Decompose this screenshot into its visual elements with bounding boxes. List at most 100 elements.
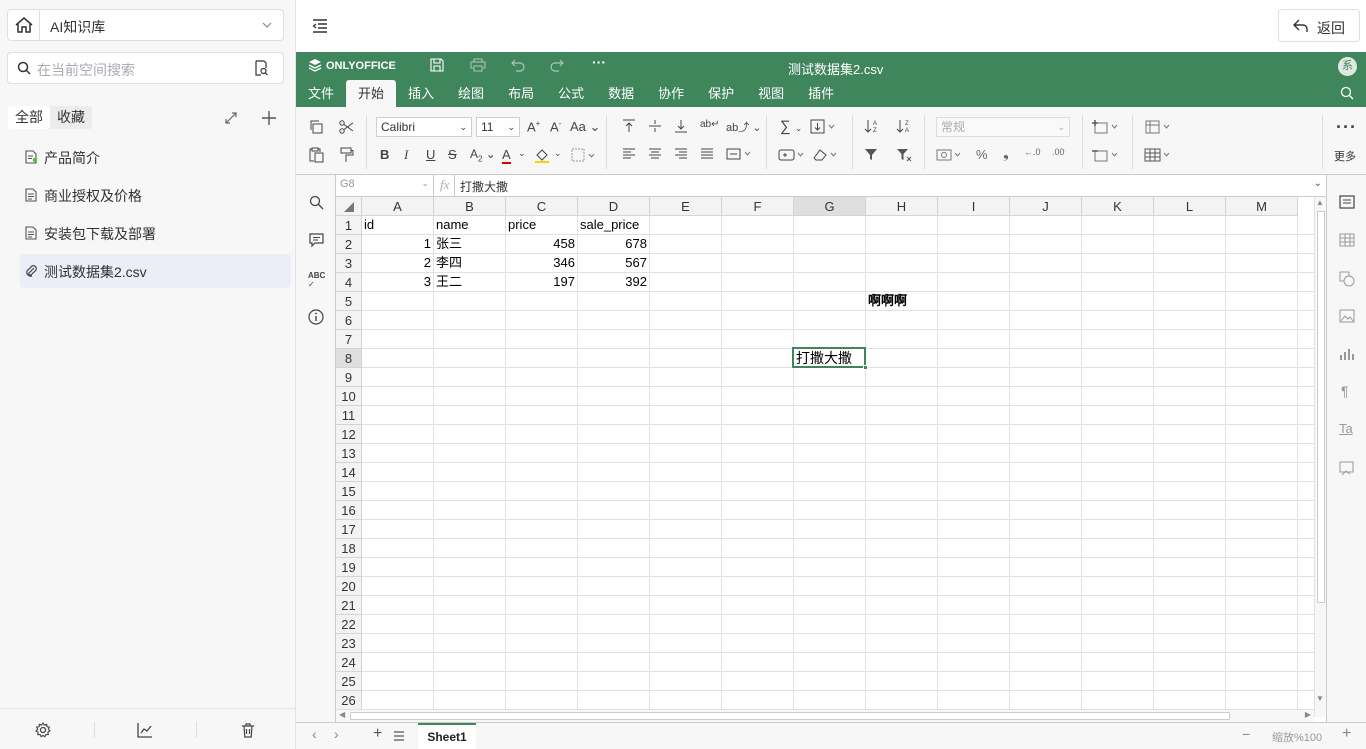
row-header[interactable]: 18 <box>336 539 362 558</box>
menu-file[interactable]: 文件 <box>296 80 346 107</box>
merge-cells-icon[interactable] <box>726 147 754 164</box>
menu-collaboration[interactable]: 协作 <box>646 80 696 107</box>
cell-C1[interactable]: price <box>506 216 577 234</box>
cell-A4[interactable]: 3 <box>362 273 433 291</box>
borders-icon[interactable] <box>571 147 597 166</box>
cell-D1[interactable]: sale_price <box>578 216 649 234</box>
cell-C4[interactable]: 197 <box>506 273 577 291</box>
scroll-right-icon[interactable]: ▶ <box>1305 710 1311 719</box>
currency-format-icon[interactable] <box>936 147 966 166</box>
settings-icon[interactable] <box>35 721 51 741</box>
cell-reference-box[interactable]: G8 ⌄ <box>336 175 434 196</box>
row-header[interactable]: 14 <box>336 463 362 482</box>
named-range-icon[interactable] <box>778 147 808 166</box>
change-case-icon[interactable]: Aa ⌄ <box>570 119 600 135</box>
comma-style-icon[interactable]: ❟ <box>1003 145 1009 162</box>
cut-icon[interactable] <box>338 119 354 138</box>
prev-sheet-icon[interactable]: ‹ <box>312 726 317 742</box>
spreadsheet-grid[interactable]: A B C D E F G H I J K L M 1 2 3 4 5 6 7 8 9 10 11 12 13 14 15 16 17 18… <box>336 197 1314 717</box>
autosum-icon[interactable]: ∑ ⌄ <box>780 118 802 135</box>
row-header[interactable]: 8 <box>336 349 362 368</box>
paragraph-settings-icon[interactable]: ¶ <box>1341 383 1349 399</box>
decrease-font-icon[interactable]: A- <box>550 119 561 134</box>
home-icon[interactable] <box>8 10 40 40</box>
scroll-up-icon[interactable]: ▲ <box>1316 198 1324 207</box>
wrap-text-icon[interactable]: ab↵ <box>700 119 720 130</box>
print-icon[interactable] <box>470 58 486 75</box>
row-header[interactable]: 26 <box>336 691 362 710</box>
collapse-sidebar-icon[interactable] <box>312 18 328 37</box>
row-header[interactable]: 3 <box>336 254 362 273</box>
cell-A3[interactable]: 2 <box>362 254 433 272</box>
align-top-icon[interactable] <box>622 119 636 136</box>
chevron-down-icon[interactable]: ⌄ <box>518 148 526 159</box>
column-header[interactable]: L <box>1154 197 1226 216</box>
orientation-icon[interactable]: ab⤴ ⌄ <box>726 119 762 135</box>
more-actions-icon[interactable]: ··· <box>592 54 606 70</box>
function-icon[interactable]: fx <box>440 177 449 193</box>
row-header[interactable]: 15 <box>336 482 362 501</box>
row-header[interactable]: 1 <box>336 216 362 235</box>
row-header[interactable]: 4 <box>336 273 362 292</box>
row-header[interactable]: 2 <box>336 235 362 254</box>
cell-B4[interactable]: 王二 <box>434 273 505 291</box>
fill-icon[interactable] <box>810 119 840 138</box>
cell-D4[interactable]: 392 <box>578 273 649 291</box>
cell-B2[interactable]: 张三 <box>434 235 505 253</box>
add-icon[interactable] <box>260 109 278 130</box>
row-header[interactable]: 19 <box>336 558 362 577</box>
signature-settings-icon[interactable] <box>1339 461 1355 480</box>
chart-settings-icon[interactable] <box>1339 347 1355 364</box>
select-all-corner[interactable] <box>336 197 362 216</box>
zoom-in-icon[interactable]: + <box>1342 725 1351 743</box>
row-header[interactable]: 9 <box>336 368 362 387</box>
row-header[interactable]: 23 <box>336 634 362 653</box>
save-icon[interactable] <box>430 58 444 75</box>
delete-cells-icon[interactable] <box>1092 147 1122 166</box>
undo-icon[interactable] <box>511 58 525 75</box>
table-settings-icon[interactable] <box>1339 233 1355 250</box>
column-header[interactable]: A <box>362 197 434 216</box>
cell-D3[interactable]: 567 <box>578 254 649 272</box>
paste-icon[interactable] <box>308 147 324 166</box>
increase-font-icon[interactable]: A+ <box>527 119 540 134</box>
sheet-tab[interactable]: Sheet1 <box>418 723 476 749</box>
column-header[interactable]: F <box>722 197 794 216</box>
row-header[interactable]: 7 <box>336 330 362 349</box>
sort-descending-icon[interactable]: ZA <box>896 118 912 137</box>
spellcheck-icon[interactable]: ABC ✓ <box>308 271 325 289</box>
comments-icon[interactable] <box>309 233 324 251</box>
cell-D2[interactable]: 678 <box>578 235 649 253</box>
editor-search-icon[interactable] <box>1340 86 1354 103</box>
row-header[interactable]: 22 <box>336 615 362 634</box>
clear-filter-icon[interactable] <box>896 147 912 166</box>
decrease-decimal-icon[interactable]: ←.0 <box>1024 147 1041 157</box>
insert-cells-icon[interactable] <box>1092 119 1122 138</box>
row-header[interactable]: 24 <box>336 653 362 672</box>
format-painter-icon[interactable] <box>338 147 354 166</box>
row-header[interactable]: 6 <box>336 311 362 330</box>
menu-insert[interactable]: 插入 <box>396 80 446 107</box>
bold-icon[interactable]: B <box>380 147 389 162</box>
trash-icon[interactable] <box>240 722 256 741</box>
percent-format-icon[interactable]: % <box>976 147 988 162</box>
more-icon[interactable]: ··· <box>1336 117 1357 138</box>
sort-ascending-icon[interactable]: AZ <box>864 118 880 137</box>
column-header[interactable]: I <box>938 197 1010 216</box>
horizontal-scrollbar[interactable]: ◀ ▶ <box>336 709 1314 722</box>
menu-data[interactable]: 数据 <box>596 80 646 107</box>
horizontal-scroll-thumb[interactable] <box>350 712 1230 720</box>
search-doc-icon[interactable] <box>253 60 269 79</box>
conditional-format-icon[interactable] <box>1144 119 1174 138</box>
search-input[interactable]: 在当前空间搜索 <box>7 52 284 84</box>
align-right-icon[interactable] <box>674 147 688 164</box>
next-sheet-icon[interactable]: › <box>334 726 339 742</box>
text-art-icon[interactable]: Ta <box>1339 421 1353 436</box>
strikethrough-icon[interactable]: S <box>448 147 457 162</box>
row-header[interactable]: 10 <box>336 387 362 406</box>
vertical-scroll-thumb[interactable] <box>1317 211 1325 603</box>
row-header[interactable]: 25 <box>336 672 362 691</box>
align-left-icon[interactable] <box>622 147 636 164</box>
kb-selector[interactable]: AI知识库 <box>7 9 284 41</box>
align-middle-icon[interactable] <box>648 119 662 136</box>
